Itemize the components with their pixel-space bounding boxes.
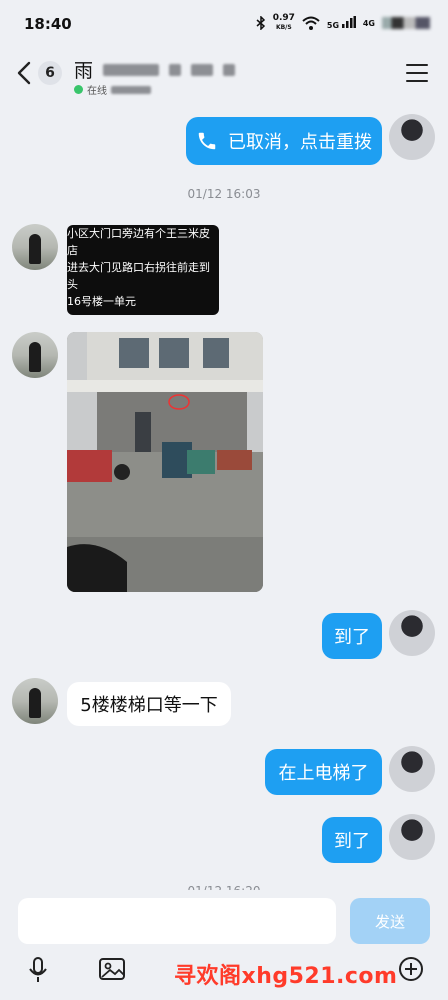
- voice-button[interactable]: [26, 956, 50, 988]
- signal-4g: 4G: [362, 18, 375, 28]
- redacted-name: [103, 63, 160, 76]
- redacted-name-3: [191, 63, 214, 76]
- contact-avatar[interactable]: [12, 332, 58, 378]
- menu-button[interactable]: [406, 64, 428, 82]
- status-icons: 0.97 KB/S 5G 4G: [256, 14, 430, 32]
- back-arrow-icon: [17, 61, 31, 85]
- arrived-bubble[interactable]: 到了: [322, 817, 382, 863]
- my-avatar[interactable]: [389, 114, 435, 160]
- image-button[interactable]: [98, 956, 126, 986]
- address-line: 小区大门口旁边有个王三米皮: [67, 227, 210, 240]
- building-photo-message[interactable]: [67, 332, 263, 592]
- contact-name[interactable]: 雨: [74, 56, 236, 83]
- contact-avatar[interactable]: [12, 224, 58, 270]
- status-time: 18:40: [24, 15, 72, 33]
- microphone-icon: [29, 957, 47, 982]
- timestamp: 01/12 16:03: [187, 187, 261, 201]
- redacted-name-4: [223, 63, 236, 76]
- menu-icon-line: [406, 80, 428, 82]
- menu-icon-line: [406, 72, 428, 74]
- address-line: 店: [67, 244, 78, 257]
- arrived-bubble[interactable]: 到了: [322, 613, 382, 659]
- phone-icon: [198, 132, 216, 150]
- address-line: 16号楼一单元: [67, 295, 136, 308]
- more-button[interactable]: [398, 956, 424, 986]
- bluetooth-icon: [256, 16, 265, 30]
- plus-icon: [399, 957, 423, 981]
- back-button[interactable]: [12, 60, 36, 86]
- building-photo-image: [67, 332, 263, 592]
- redacted-name-2: [169, 63, 182, 76]
- contact-avatar[interactable]: [12, 678, 58, 724]
- online-status: 在线: [74, 82, 151, 97]
- image-icon: [99, 958, 125, 980]
- menu-icon: [406, 64, 428, 66]
- wifi-icon: [302, 16, 320, 30]
- watermark: 寻欢阁xhg521.com: [174, 964, 398, 989]
- my-avatar[interactable]: [389, 610, 435, 656]
- unread-count-badge[interactable]: 6: [38, 61, 62, 85]
- battery-icon: [382, 17, 430, 29]
- my-avatar[interactable]: [389, 746, 435, 792]
- my-avatar[interactable]: [389, 814, 435, 860]
- wait-bubble[interactable]: 5楼楼梯口等一下: [67, 682, 231, 726]
- elevator-bubble[interactable]: 在上电梯了: [265, 749, 382, 795]
- network-speed: 0.97 KB/S: [272, 13, 295, 32]
- status-bar: 18:40 0.97 KB/S 5G 4G: [0, 0, 448, 48]
- online-dot-icon: [74, 85, 83, 94]
- address-image-message[interactable]: 小区大门口旁边有个王三米皮 店 进去大门见路口右拐往前走到 头 16号楼一单元: [67, 225, 219, 315]
- message-input[interactable]: [18, 898, 336, 944]
- address-line: 进去大门见路口右拐往前走到: [67, 261, 210, 274]
- send-button[interactable]: 发送: [350, 898, 430, 944]
- call-cancelled-bubble[interactable]: 已取消，点击重拨: [186, 117, 382, 165]
- address-line: 头: [67, 278, 78, 291]
- chat-header: 6 雨 在线: [0, 48, 448, 98]
- signal-bars-icon: [341, 16, 356, 28]
- redacted-status: [111, 85, 151, 94]
- signal-5g: 5G: [327, 16, 356, 30]
